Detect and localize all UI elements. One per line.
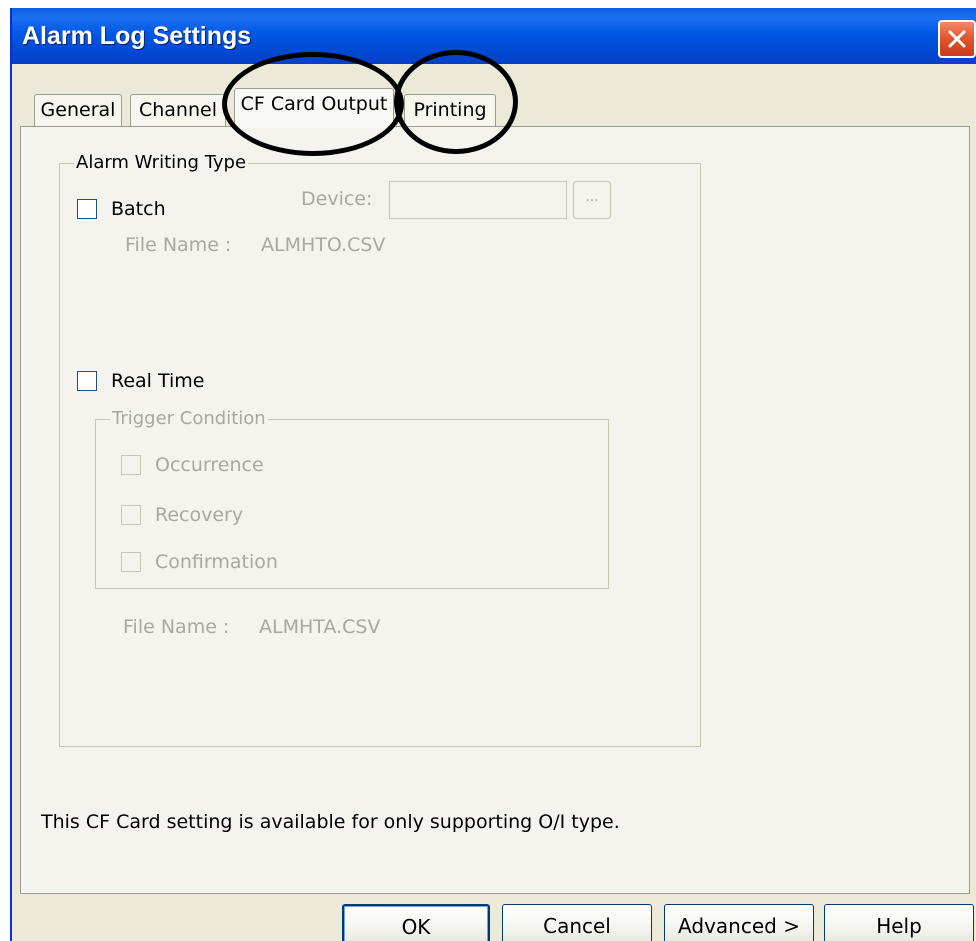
ok-button[interactable]: OK	[342, 904, 490, 941]
tab-cf-card-output[interactable]: CF Card Output	[234, 88, 394, 128]
realtime-file-name-value: ALMHTA.CSV	[259, 616, 381, 638]
tab-general[interactable]: General	[34, 94, 122, 126]
confirmation-checkbox[interactable]	[121, 552, 141, 572]
cancel-button[interactable]: Cancel	[502, 904, 652, 941]
tab-strip: General Channel CF Card Output Printing	[12, 88, 976, 128]
occurrence-checkbox[interactable]	[121, 455, 141, 475]
window-title: Alarm Log Settings	[22, 22, 252, 50]
recovery-checkbox[interactable]	[121, 505, 141, 525]
trigger-condition-legend: Trigger Condition	[110, 407, 268, 431]
title-bar[interactable]: Alarm Log Settings	[12, 8, 976, 64]
device-label: Device:	[301, 188, 373, 210]
alarm-writing-type-legend: Alarm Writing Type	[74, 151, 249, 175]
cf-card-note: This CF Card setting is available for on…	[41, 811, 620, 833]
real-time-checkbox[interactable]	[77, 371, 97, 391]
device-browse-button[interactable]: ...	[573, 181, 611, 219]
help-button[interactable]: Help	[824, 904, 974, 941]
advanced-button[interactable]: Advanced >	[664, 904, 814, 941]
tab-panel: Alarm Writing Type Batch Device: ... Fil…	[20, 126, 970, 894]
batch-file-name-value: ALMHTO.CSV	[261, 234, 386, 256]
confirmation-label: Confirmation	[155, 551, 278, 573]
tab-channel[interactable]: Channel	[130, 94, 226, 126]
close-icon	[948, 30, 966, 48]
device-input[interactable]	[389, 181, 567, 219]
batch-file-name-label: File Name :	[125, 234, 232, 256]
realtime-file-name-label: File Name :	[123, 616, 230, 638]
close-button[interactable]	[938, 20, 976, 58]
dialog-window: Alarm Log Settings General Channel CF Ca…	[10, 8, 976, 941]
batch-label: Batch	[111, 198, 166, 220]
recovery-label: Recovery	[155, 504, 244, 526]
real-time-label: Real Time	[111, 370, 205, 392]
occurrence-label: Occurrence	[155, 454, 264, 476]
batch-checkbox[interactable]	[77, 199, 97, 219]
tab-printing[interactable]: Printing	[404, 94, 496, 126]
